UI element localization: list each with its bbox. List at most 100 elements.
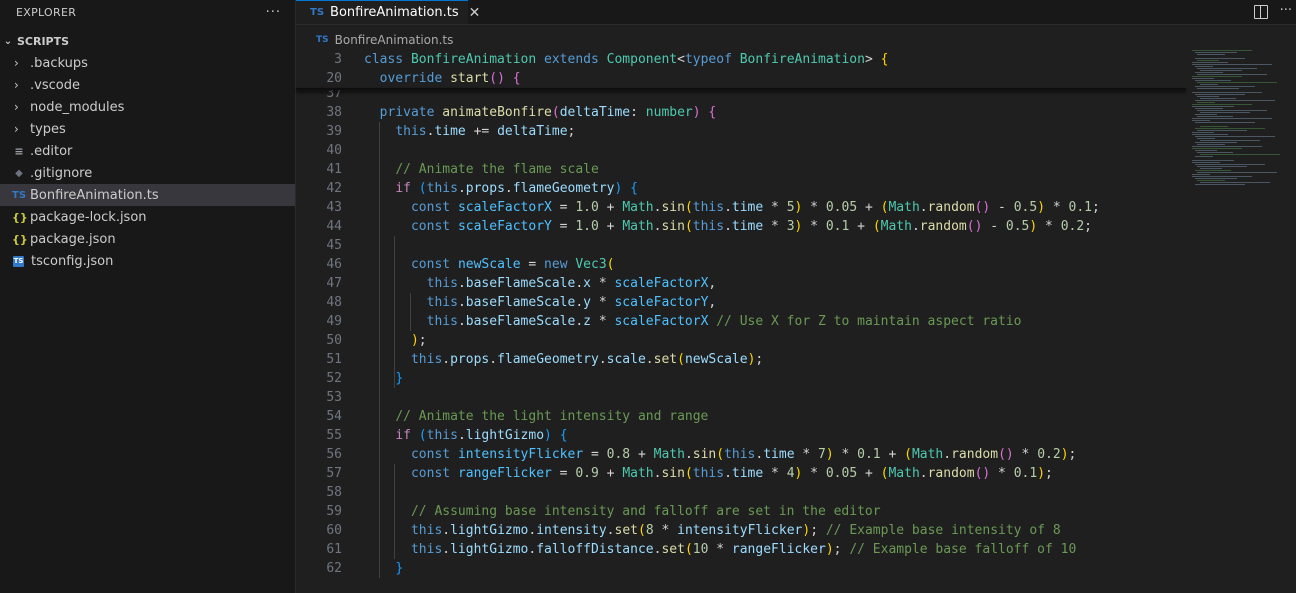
folder-section-scripts[interactable]: ⌄ SCRIPTS [0,30,295,52]
code-line[interactable]: 42 if (this.props.flameGeometry) { [296,179,1186,198]
minimap[interactable] [1190,50,1290,190]
code-line[interactable]: 44 const scaleFactorY = 1.0 + Math.sin(t… [296,217,1186,236]
code-token: ) [410,333,419,348]
code-line[interactable]: 55 if (this.lightGizmo) { [296,426,1186,445]
minimap-line [1194,86,1255,87]
code-line[interactable]: 43 const scaleFactorX = 1.0 + Math.sin(t… [296,198,1186,217]
code-token: . [598,352,607,367]
code-line[interactable]: 60 this.lightGizmo.intensity.set(8 * int… [296,521,1186,540]
file-item[interactable]: {} package.json [0,228,295,250]
code-token: 3 [786,219,795,234]
code-token: const [410,466,458,481]
code-line[interactable]: 54 // Animate the light intensity and ra… [296,407,1186,426]
minimap-line [1197,180,1226,181]
minimap-line [1194,108,1223,109]
close-icon[interactable]: ✕ [469,5,481,21]
code-line[interactable]: 62 } [296,559,1186,578]
line-text: this.lightGizmo.falloffDistance.set(10 *… [364,540,1076,559]
code-line[interactable]: 57 const rangeFlicker = 0.9 + Math.sin(t… [296,464,1186,483]
code-line[interactable]: 56 const intensityFlicker = 0.8 + Math.s… [296,445,1186,464]
code-token: random [919,219,967,234]
minimap-line [1194,184,1245,185]
code-line[interactable]: 45 [296,236,1186,255]
code-line[interactable]: 58 [296,483,1186,502]
more-actions-icon[interactable]: ··· [1280,3,1292,19]
vertical-scrollbar[interactable] [1288,50,1296,593]
code-line[interactable]: 39 this.time += deltaTime; [296,122,1186,141]
file-item[interactable]: ≡ .editor [0,140,295,162]
code-token: this [410,352,443,367]
tab-bonfire-animation[interactable]: TS BonfireAnimation.ts ✕ [296,0,480,24]
code-token: this [692,219,725,234]
code-token: . [724,200,732,215]
indent-guide [378,122,380,578]
code-token: scaleFactorX [614,276,709,291]
folder-item[interactable]: › types [0,118,295,140]
code-token: . [575,295,584,310]
code-token: * [802,200,826,215]
line-number: 61 [326,542,342,557]
code-line[interactable]: 48 this.baseFlameScale.y * scaleFactorY, [296,293,1186,312]
line-number: 43 [326,200,342,215]
code-line[interactable]: 47 this.baseFlameScale.x * scaleFactorX, [296,274,1186,293]
code-token: + [857,466,881,481]
code-token: lightGizmo [450,523,529,538]
explorer-sidebar: EXPLORER ··· ⌄ SCRIPTS › .backups › .vscode… [0,0,296,593]
sticky-line[interactable]: 20 override start() { [296,69,1186,88]
code-line[interactable]: 61 this.lightGizmo.falloffDistance.set(1… [296,540,1186,559]
code-line[interactable]: 50 ); [296,331,1186,350]
code-token: { [708,105,717,120]
code-token: Math [888,466,920,481]
line-number: 52 [326,371,342,386]
code-line[interactable]: 49 this.baseFlameScale.z * scaleFactorX … [296,312,1186,331]
code-token: Component [606,52,678,67]
folder-item[interactable]: › .backups [0,52,295,74]
code-token: 0.05 [825,200,858,215]
code-token: ; [1092,200,1100,215]
minimap-line [1194,128,1265,129]
code-line[interactable]: 41 // Animate the flame scale [296,160,1186,179]
minimap-line [1192,162,1221,163]
minimap-line [1199,112,1250,113]
folder-item[interactable]: › .vscode [0,74,295,96]
split-editor-icon[interactable] [1253,5,1268,19]
minimap-line [1199,84,1218,85]
file-item[interactable]: TS tsconfig.json [0,250,295,272]
code-line[interactable]: 52 } [296,369,1186,388]
code-line[interactable]: 51 this.props.flameGeometry.scale.set(ne… [296,350,1186,369]
code-token: this [426,181,458,196]
breadcrumb[interactable]: TS BonfireAnimation.ts [296,30,453,50]
code-line[interactable]: 59 // Assuming base intensity and fallof… [296,502,1186,521]
minimap-line [1194,100,1275,101]
lines-icon: ≡ [14,144,24,158]
tab-bar: TS BonfireAnimation.ts ✕ ··· [296,0,1296,25]
file-item[interactable]: TS BonfireAnimation.ts [0,184,295,206]
code-line[interactable]: 40 [296,141,1186,160]
folder-item[interactable]: › node_modules [0,96,295,118]
file-item[interactable]: ◆ .gitignore [0,162,295,184]
more-actions-icon[interactable]: ··· [266,5,281,20]
minimap-line [1192,78,1215,79]
code-token: scaleFactorY [457,219,552,234]
line-text: this.lightGizmo.intensity.set(8 * intens… [364,521,1061,540]
code-token: = [583,447,607,462]
code-token: { [630,181,638,196]
line-text: const intensityFlicker = 0.8 + Math.sin(… [364,445,1076,464]
breadcrumb-file[interactable]: BonfireAnimation.ts [335,33,454,47]
line-text: this.baseFlameScale.z * scaleFactorX // … [364,312,1022,331]
code-token: ; [810,523,826,538]
code-token: ) [1037,200,1046,215]
file-item[interactable]: {} package-lock.json [0,206,295,228]
sticky-line[interactable]: 3 class BonfireAnimation extends Componen… [296,50,1186,69]
code-line[interactable]: 53 [296,388,1186,407]
code-token: random [927,466,975,481]
line-number: 48 [326,295,342,310]
code-token: Math [911,447,944,462]
code-token: deltaTime [559,105,631,120]
code-line[interactable]: 46 const newScale = new Vec3( [296,255,1186,274]
code-line[interactable]: 38 private animateBonfire(deltaTime: num… [296,103,1186,122]
code-token: ( [684,466,693,481]
